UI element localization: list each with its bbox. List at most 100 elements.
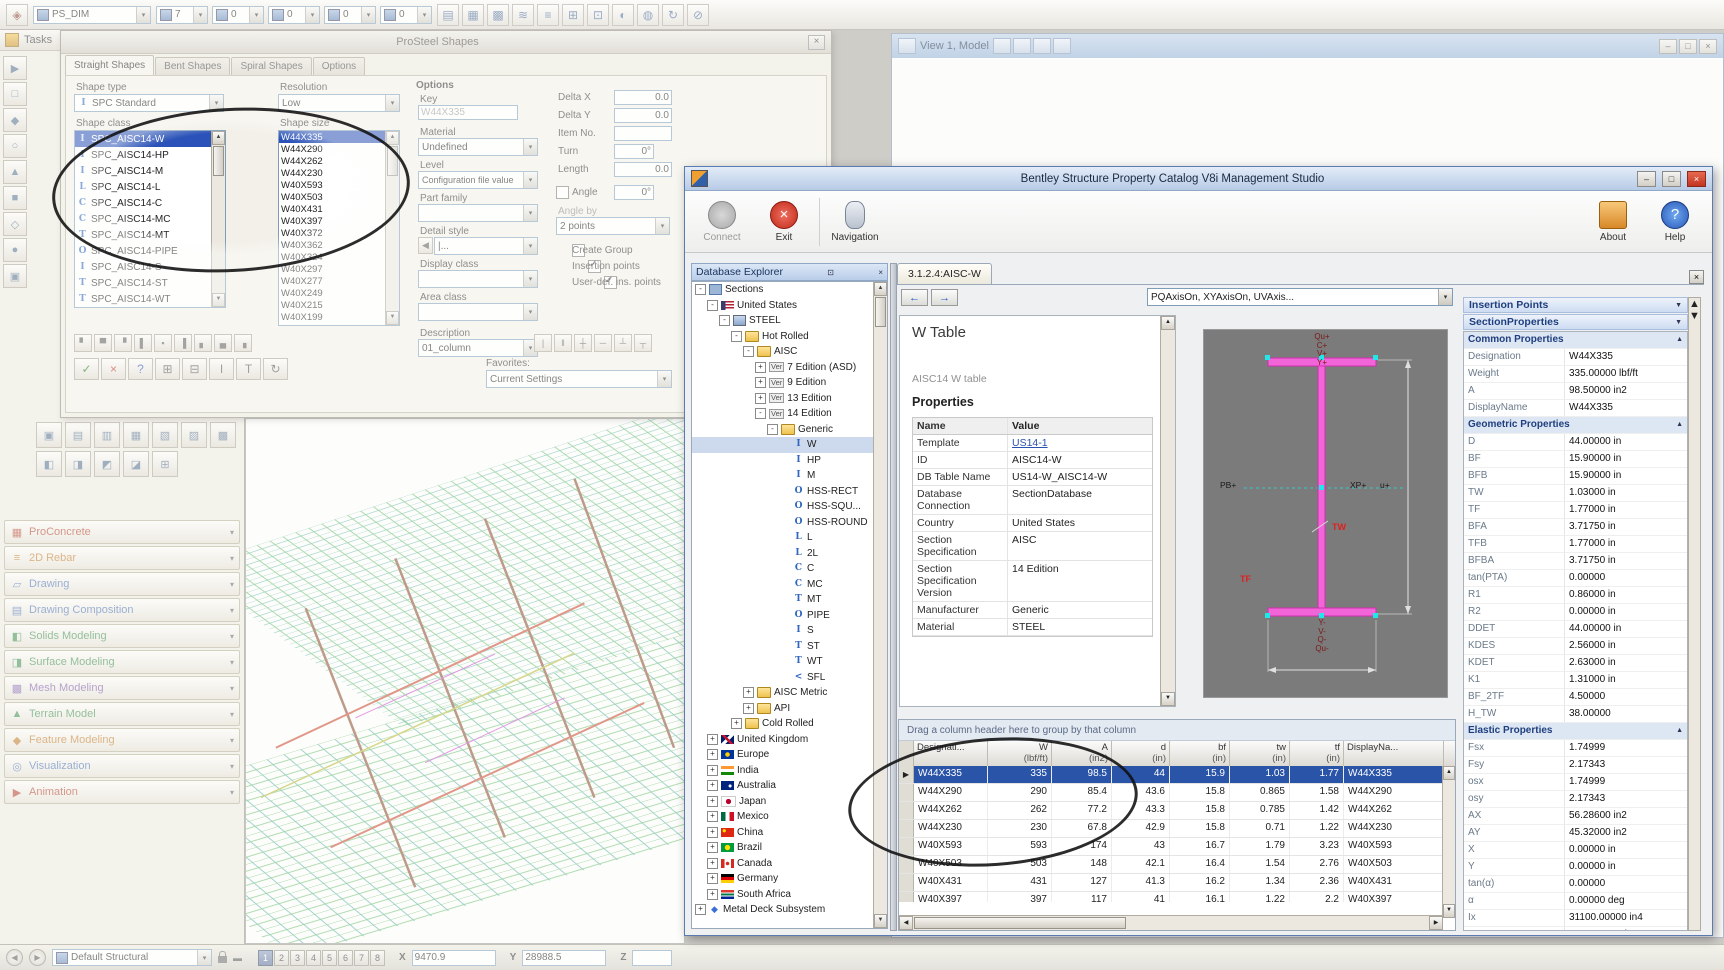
length-field[interactable] xyxy=(614,162,672,177)
dialog-tab[interactable]: Bent Shapes xyxy=(155,57,230,75)
expander-icon[interactable]: + xyxy=(707,765,718,776)
modify-tool[interactable]: ■ xyxy=(3,186,27,210)
grid-column-header[interactable]: W(lbf/ft) xyxy=(988,741,1052,767)
chevron-down-icon[interactable]: ▾ xyxy=(230,528,234,537)
shape-size-item[interactable]: W40X431 xyxy=(279,203,386,215)
shape-size-item[interactable]: W40X372 xyxy=(279,227,386,239)
place-brace-tool[interactable]: ▥ xyxy=(94,422,120,448)
insertion-left-button[interactable]: ▌ xyxy=(134,334,152,352)
property-row[interactable]: DDET 44.00000 in xyxy=(1464,621,1687,638)
minimize-button[interactable]: – xyxy=(1659,39,1677,54)
delta-y-field[interactable] xyxy=(614,108,672,123)
tree-item[interactable]: + South Africa xyxy=(692,887,874,903)
model-view[interactable] xyxy=(245,418,685,944)
rotate-cross-button[interactable]: ┼ xyxy=(574,334,592,352)
x-coordinate-field[interactable] xyxy=(412,950,496,966)
view-fit-icon[interactable] xyxy=(1033,38,1051,54)
section-properties-bar[interactable]: SectionProperties xyxy=(1463,314,1688,330)
selection-tool[interactable]: ▶ xyxy=(3,56,27,80)
view-toggle-5[interactable]: 5 xyxy=(322,950,337,966)
attribute-combo[interactable]: 7▾ xyxy=(156,6,208,24)
expander-icon[interactable]: + xyxy=(707,827,718,838)
chevron-down-icon[interactable]: ▾ xyxy=(230,606,234,615)
dialog-title-bar[interactable]: ProSteel Shapes × xyxy=(61,31,831,54)
shape-class-item[interactable]: SPC_AISC14-W xyxy=(75,131,212,147)
property-row[interactable]: ID AISC14-W xyxy=(913,452,1152,469)
shape-size-item[interactable]: W40X503 xyxy=(279,191,386,203)
description-combo[interactable]: 01_column▾ xyxy=(418,339,538,357)
task-group-proconcrete[interactable]: ▦ ProConcrete ▾ xyxy=(4,520,240,544)
property-row[interactable]: H_TW 38.00000 xyxy=(1464,706,1687,723)
attribute-combo[interactable]: 0▾ xyxy=(212,6,264,24)
shape-class-list[interactable]: ▲▼ SPC_AISC14-W SPC_AISC14-HP SPC_AISC14… xyxy=(74,130,226,308)
place-plate-tool[interactable]: ▦ xyxy=(123,422,149,448)
property-row[interactable]: Template US14-1 xyxy=(913,435,1152,452)
bolt-tool[interactable]: ⊞ xyxy=(152,451,178,477)
copy-settings-button[interactable]: ⊞ xyxy=(155,358,180,380)
expander-icon[interactable]: + xyxy=(755,377,766,388)
shape-type-combo[interactable]: SPC Standard▾ xyxy=(74,94,224,112)
tree-item[interactable]: + API xyxy=(692,701,874,717)
scrollbar[interactable]: ▲▼ xyxy=(1688,297,1701,931)
fence-tool[interactable]: □ xyxy=(3,82,27,106)
document-tab[interactable]: 3.1.2.4:AISC-W xyxy=(897,263,992,284)
database-explorer-header[interactable]: Database Explorer ⊡ × xyxy=(691,263,888,281)
key-field[interactable] xyxy=(418,105,518,120)
cells-icon[interactable]: ⊞ xyxy=(562,4,584,26)
dialog-toggle-icon[interactable]: ▬ xyxy=(233,953,242,963)
table-row[interactable]: W40X503 503 148 42.1 16.4 1.54 2.76 W40X… xyxy=(899,856,1443,874)
close-icon[interactable]: × xyxy=(878,268,883,277)
chevron-down-icon[interactable]: ▾ xyxy=(230,632,234,641)
shape-size-item[interactable]: W40X593 xyxy=(279,179,386,191)
grid-column-header[interactable]: Designati... xyxy=(914,741,988,767)
shape-size-item[interactable]: W40X249 xyxy=(279,287,386,299)
angle-checkbox[interactable] xyxy=(556,186,569,199)
refresh-button[interactable]: ↻ xyxy=(263,358,288,380)
property-row[interactable]: Material STEEL xyxy=(913,619,1152,636)
saved-views-icon[interactable]: ◐ xyxy=(612,4,634,26)
tree-item[interactable]: - United States xyxy=(692,298,874,314)
maximize-button[interactable]: □ xyxy=(1662,171,1681,187)
property-row[interactable]: BFB 15.90000 in xyxy=(1464,468,1687,485)
task-group-feature-modeling[interactable]: ◆ Feature Modeling ▾ xyxy=(4,728,240,752)
shape-size-list[interactable]: ▲▼ W44X335W44X290W44X262W44X230W40X593W4… xyxy=(278,130,400,326)
task-group-surface-modeling[interactable]: ◨ Surface Modeling ▾ xyxy=(4,650,240,674)
property-row[interactable]: DB Table Name US14-W_AISC14-W xyxy=(913,469,1152,486)
scrollbar[interactable]: ▲▼ xyxy=(873,282,887,928)
insertion-top-left-button[interactable]: ▘ xyxy=(74,334,92,352)
chevron-down-icon[interactable]: ▾ xyxy=(230,762,234,771)
property-row[interactable]: R2 0.00000 in xyxy=(1464,604,1687,621)
property-row[interactable]: Elastic Properties xyxy=(1464,723,1687,740)
table-row[interactable]: ▶ W44X335 335 98.5 44 15.9 1.03 1.77 W44… xyxy=(899,766,1443,784)
property-row[interactable]: A 98.50000 in2 xyxy=(1464,383,1687,400)
expander-icon[interactable]: + xyxy=(743,687,754,698)
place-beam-tool[interactable]: ▣ xyxy=(36,422,62,448)
expander-icon[interactable]: + xyxy=(707,780,718,791)
delta-x-field[interactable] xyxy=(614,90,672,105)
property-row[interactable]: Database Connection SectionDatabase xyxy=(913,486,1152,515)
shape-class-item[interactable]: SPC_AISC14-M xyxy=(75,163,212,179)
view-toggle-7[interactable]: 7 xyxy=(354,950,369,966)
tree-item[interactable]: + Ver 13 Edition xyxy=(692,391,874,407)
view-rotate-icon[interactable] xyxy=(993,38,1011,54)
view1-title-bar[interactable]: View 1, Model – □ × xyxy=(892,34,1723,58)
expander-icon[interactable]: - xyxy=(707,300,718,311)
chevron-down-icon[interactable]: ▾ xyxy=(230,554,234,563)
grid-column-header[interactable]: bf(in) xyxy=(1170,741,1230,767)
connection-tool[interactable]: ▧ xyxy=(152,422,178,448)
view-zoom-icon[interactable] xyxy=(1013,38,1031,54)
tree-item[interactable]: HSS-RECT xyxy=(692,484,874,500)
view-toggle-3[interactable]: 3 xyxy=(290,950,305,966)
table-row[interactable]: W44X230 230 67.8 42.9 15.8 0.71 1.22 W44… xyxy=(899,820,1443,838)
y-coordinate-field[interactable] xyxy=(522,950,606,966)
beam-preview-button[interactable]: I xyxy=(209,358,234,380)
expander-icon[interactable]: - xyxy=(743,346,754,357)
expander-icon[interactable]: - xyxy=(755,408,766,419)
close-button[interactable]: × xyxy=(1687,171,1706,187)
detail-tool[interactable]: ▨ xyxy=(181,422,207,448)
shape-class-item[interactable]: SPC_AISC14-WT xyxy=(75,291,212,307)
expander-icon[interactable]: + xyxy=(755,362,766,373)
database-explorer-tree[interactable]: ▲▼ - Sections - United States - STEEL - xyxy=(691,281,888,929)
tree-item[interactable]: PIPE xyxy=(692,608,874,624)
table-row[interactable]: W40X397 397 117 41 16.1 1.22 2.2 W40X397 xyxy=(899,892,1443,902)
